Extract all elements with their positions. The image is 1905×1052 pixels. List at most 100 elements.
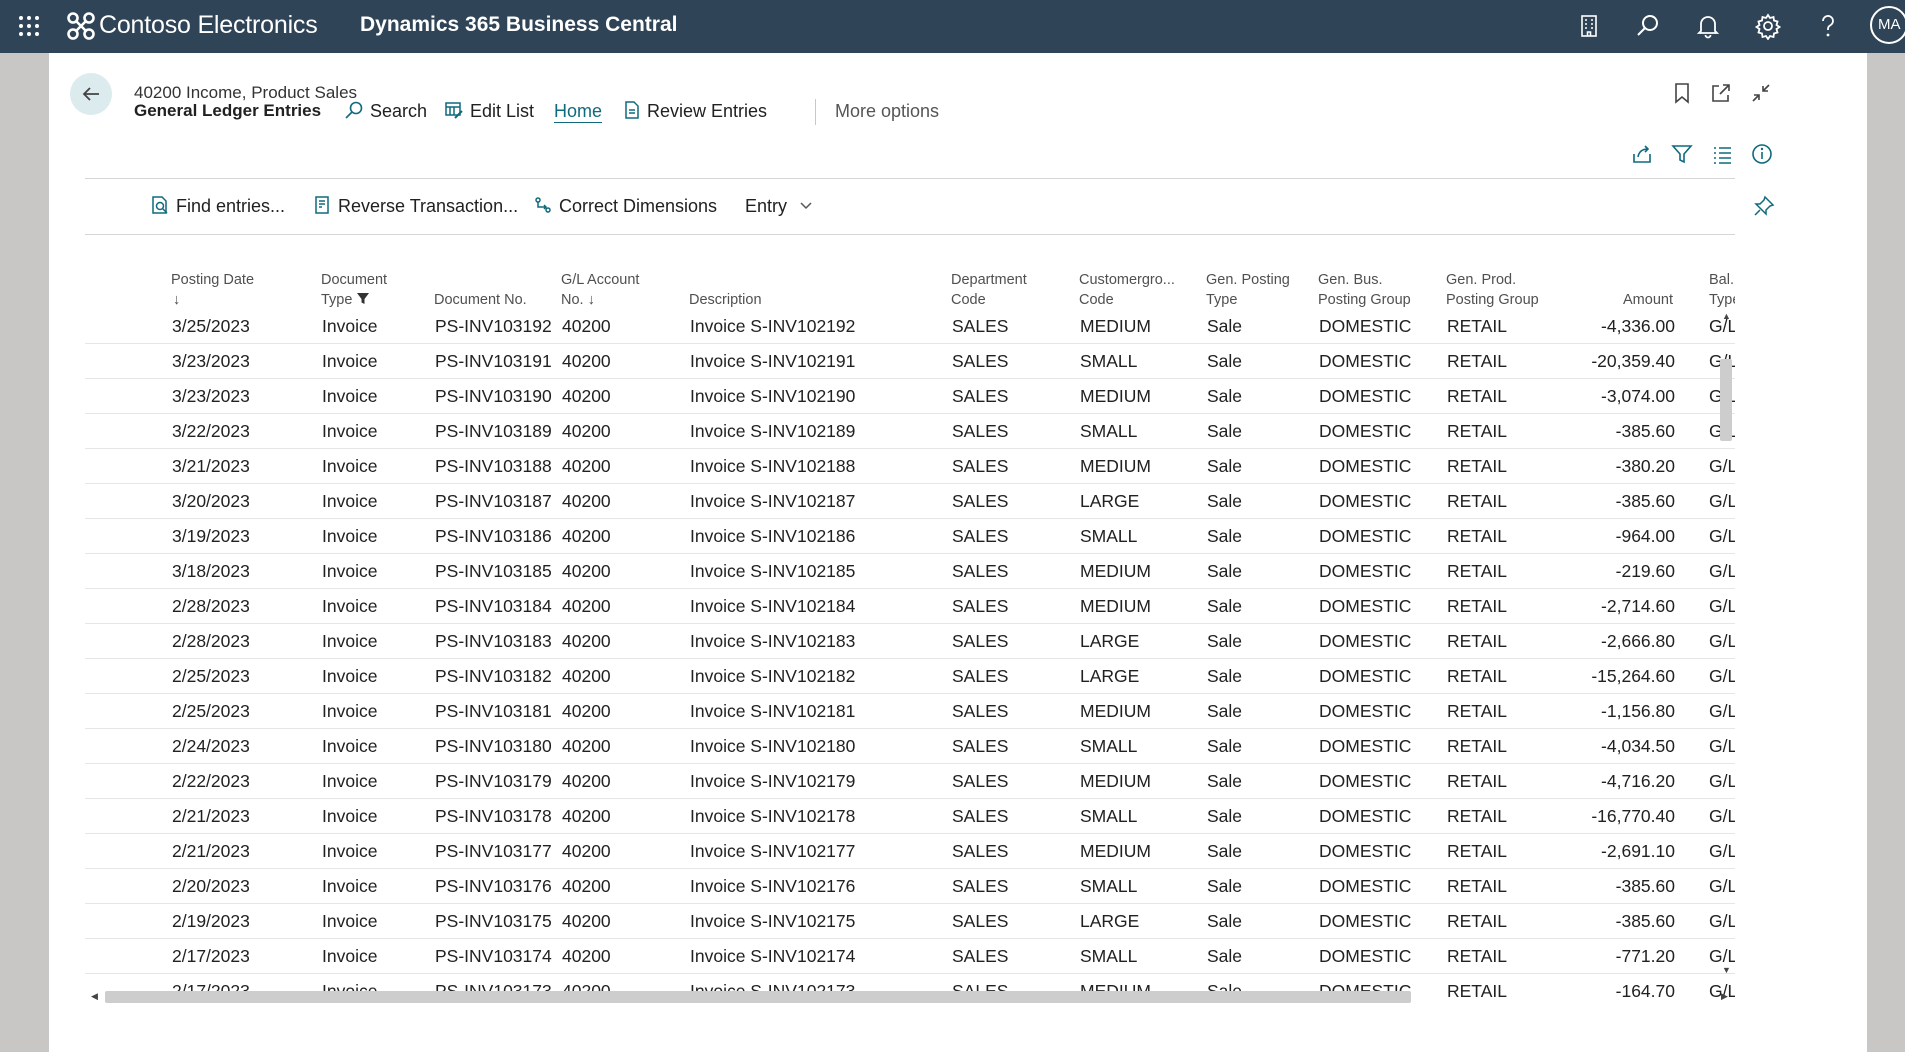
cell-gen-bus-posting-group: DOMESTIC [1319,736,1412,756]
cell-gen-prod-posting-group: RETAIL [1447,316,1507,336]
table-row[interactable]: 3/19/2023 Invoice PS-INV103186 40200 Invoice… [85,519,1735,554]
cell-gen-posting-type: Sale [1207,561,1243,581]
chevron-down-icon [800,202,812,210]
cell-document-type: Invoice [322,841,378,861]
table-row[interactable]: 2/24/2023 Invoice PS-INV103180 40200 Invoice… [85,729,1735,764]
table-row[interactable]: 3/23/2023 Invoice PS-INV103190 40200 Invoice… [85,379,1735,414]
column-header-gen-prod-posting-group[interactable]: Gen. Prod. Posting Group [1446,270,1539,310]
review-entries-label: Review Entries [647,101,768,121]
column-header-customergroup-code[interactable]: Customergro... Code [1079,270,1175,310]
gear-icon[interactable] [1754,12,1782,40]
column-header-gen-bus-posting-group[interactable]: Gen. Bus. Posting Group [1318,270,1411,310]
table-row[interactable]: 2/17/2023 Invoice PS-INV103174 40200 Invoice… [85,939,1735,974]
table-row[interactable]: 3/25/2023 Invoice PS-INV103192 40200 Invoice… [85,309,1735,344]
table-row[interactable]: 2/25/2023 Invoice PS-INV103181 40200 Invoice… [85,694,1735,729]
scroll-left-arrow[interactable]: ◀ [91,991,98,1001]
share-icon[interactable] [1630,142,1654,166]
cell-description: Invoice S-INV102177 [690,841,856,861]
column-header-bal-account-type[interactable]: Bal. Accoun Type [1709,270,1735,310]
table-row[interactable]: 3/21/2023 Invoice PS-INV103188 40200 Invoice… [85,449,1735,484]
table-row[interactable]: 3/22/2023 Invoice PS-INV103189 40200 Invoice… [85,414,1735,449]
scroll-right-arrow[interactable]: ▶ [1721,991,1728,1001]
cell-customergroup-code: LARGE [1080,491,1140,511]
bell-icon[interactable] [1694,12,1722,40]
table-row[interactable]: 2/19/2023 Invoice PS-INV103175 40200 Invoice… [85,904,1735,939]
cell-description: Invoice S-INV102186 [690,526,856,546]
filter-icon[interactable] [1670,142,1694,166]
cell-gen-bus-posting-group: DOMESTIC [1319,456,1412,476]
company-building-icon[interactable] [1575,12,1603,40]
vertical-scrollbar-thumb[interactable] [1720,359,1732,441]
user-avatar[interactable]: MA [1870,6,1905,44]
correct-dimensions-button[interactable]: Correct Dimensions [533,184,717,228]
column-header-posting-date[interactable]: Posting Date ↓ [171,270,254,310]
cell-document-type: Invoice [322,806,378,826]
table-row[interactable]: 3/23/2023 Invoice PS-INV103191 40200 Invoice… [85,344,1735,379]
cell-department-code: SALES [952,421,1009,441]
vertical-scrollbar[interactable]: ▲ ▼ [1717,309,1735,975]
column-header-gen-posting-type[interactable]: Gen. Posting Type [1206,270,1290,310]
cell-description: Invoice S-INV102189 [690,421,856,441]
cell-customergroup-code: LARGE [1080,911,1140,931]
product-name[interactable]: Dynamics 365 Business Central [360,12,677,38]
column-header-amount[interactable]: Amount [1575,270,1673,310]
cell-description: Invoice S-INV102180 [690,736,856,756]
cell-description: Invoice S-INV102182 [690,666,856,686]
entry-menu-button[interactable]: Entry [745,184,814,228]
tab-home[interactable]: Home [554,90,602,132]
column-header-department-code[interactable]: Department Code [951,270,1027,310]
cell-amount: -385.60 [1615,491,1675,511]
company-name[interactable]: Contoso Electronics [99,10,318,40]
column-header-document-no[interactable]: Document No. [434,270,527,310]
scroll-up-arrow[interactable]: ▲ [1722,311,1731,321]
table-row[interactable]: 2/21/2023 Invoice PS-INV103178 40200 Invoice… [85,799,1735,834]
list-view-icon[interactable] [1710,142,1734,166]
table-row[interactable]: 2/22/2023 Invoice PS-INV103179 40200 Invoice… [85,764,1735,799]
column-header-document-type[interactable]: Document Type [321,270,387,310]
cell-customergroup-code: LARGE [1080,666,1140,686]
collapse-icon[interactable] [1749,81,1773,105]
cell-gl-account-no: 40200 [562,701,611,721]
edit-list-button[interactable]: Edit List [444,90,534,132]
horizontal-scrollbar[interactable]: ◀ ▶ [85,988,1735,1004]
table-row[interactable]: 2/25/2023 Invoice PS-INV103182 40200 Invoice… [85,659,1735,694]
unpin-icon[interactable] [1752,194,1776,218]
find-entries-button[interactable]: Find entries... [150,184,285,228]
cell-posting-date: 3/19/2023 [172,526,250,546]
more-options-button[interactable]: More options [835,90,939,132]
waffle-icon[interactable] [17,14,41,38]
help-icon[interactable] [1814,12,1842,40]
horizontal-scrollbar-thumb[interactable] [105,991,1411,1003]
cell-amount: -2,666.80 [1601,631,1675,651]
table-row[interactable]: 2/28/2023 Invoice PS-INV103183 40200 Invoice… [85,624,1735,659]
scroll-down-arrow[interactable]: ▼ [1722,965,1731,975]
cell-gen-prod-posting-group: RETAIL [1447,701,1507,721]
cell-document-no: PS-INV103176 [435,876,552,896]
column-header-description[interactable]: Description [689,270,762,310]
action-bar: General Ledger Entries Search Edit List … [85,90,1735,132]
table-row[interactable]: 2/20/2023 Invoice PS-INV103176 40200 Invoice… [85,869,1735,904]
cell-department-code: SALES [952,316,1009,336]
cell-document-type: Invoice [322,316,378,336]
cell-description: Invoice S-INV102183 [690,631,856,651]
table-row[interactable]: 2/21/2023 Invoice PS-INV103177 40200 Invoice… [85,834,1735,869]
cell-gen-posting-type: Sale [1207,701,1243,721]
cell-gen-prod-posting-group: RETAIL [1447,806,1507,826]
cell-gen-posting-type: Sale [1207,911,1243,931]
cell-customergroup-code: SMALL [1080,876,1138,896]
list-title[interactable]: General Ledger Entries [134,90,321,132]
search-button[interactable]: Search [344,90,427,132]
search-icon[interactable] [1634,12,1662,40]
cell-department-code: SALES [952,351,1009,371]
cell-gen-posting-type: Sale [1207,526,1243,546]
column-header-gl-account-no[interactable]: G/L Account No. ↓ [561,270,639,310]
cell-gen-bus-posting-group: DOMESTIC [1319,386,1412,406]
cell-document-type: Invoice [322,491,378,511]
table-row[interactable]: 3/20/2023 Invoice PS-INV103187 40200 Invoice… [85,484,1735,519]
reverse-transaction-button[interactable]: Reverse Transaction... [312,184,518,228]
cell-gen-posting-type: Sale [1207,806,1243,826]
review-entries-button[interactable]: Review Entries [623,90,767,132]
table-row[interactable]: 2/28/2023 Invoice PS-INV103184 40200 Invoice… [85,589,1735,624]
info-icon[interactable] [1750,142,1774,166]
table-row[interactable]: 3/18/2023 Invoice PS-INV103185 40200 Invoice… [85,554,1735,589]
